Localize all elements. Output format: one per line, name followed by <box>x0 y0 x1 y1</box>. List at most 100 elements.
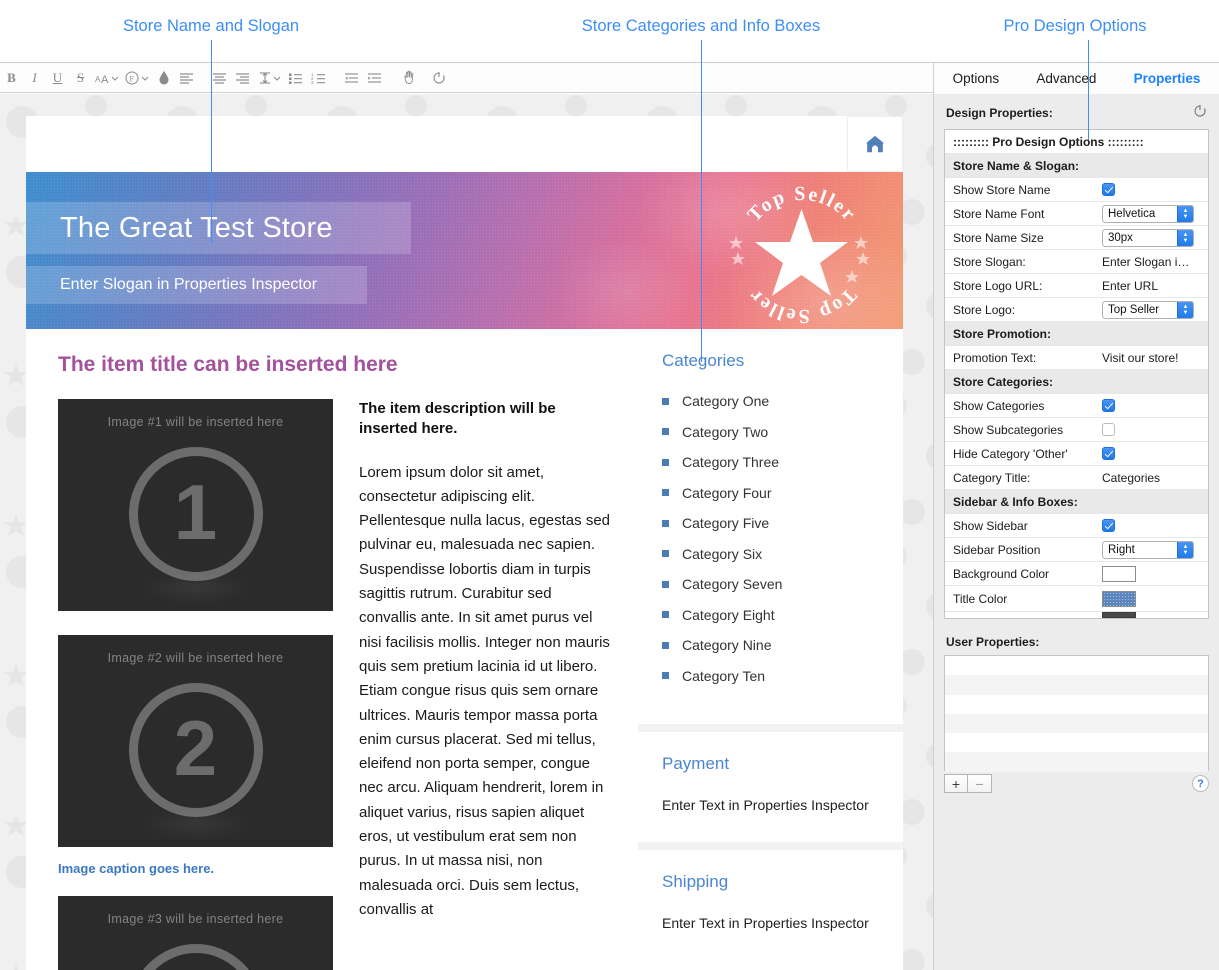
image-column: Image #1 will be inserted here 1 Image #… <box>58 399 333 970</box>
select-sidebar-position[interactable]: Right ▲▼ <box>1102 541 1194 559</box>
list-item[interactable]: Category One <box>662 393 879 409</box>
select-store-name-font[interactable]: Helvetica ▲▼ <box>1102 205 1194 223</box>
select-store-name-size[interactable]: 30px ▲▼ <box>1102 229 1194 247</box>
checkbox-hide-category-other[interactable] <box>1102 447 1115 460</box>
image-placeholder-number: 2 <box>174 709 217 787</box>
table-row[interactable] <box>945 695 1208 714</box>
list-item[interactable]: Category Three <box>662 454 879 470</box>
select-store-logo[interactable]: Top Seller ▲▼ <box>1102 301 1194 319</box>
line-spacing-icon[interactable] <box>254 62 284 93</box>
add-property-button[interactable]: + <box>944 774 968 793</box>
list-item[interactable]: Category Two <box>662 424 879 440</box>
design-properties-table: ::::::::: Pro Design Options ::::::::: S… <box>944 129 1209 619</box>
prop-label-store-name-size: Store Name Size <box>953 231 1102 245</box>
checkbox-show-categories[interactable] <box>1102 399 1115 412</box>
image-placeholder-label: Image #1 will be inserted here <box>58 415 333 429</box>
categories-box: Categories Category One Category Two Cat… <box>638 329 903 724</box>
prop-label-store-logo-url: Store Logo URL: <box>953 279 1102 293</box>
user-properties-table[interactable] <box>944 655 1209 771</box>
table-row[interactable] <box>945 733 1208 752</box>
table-row[interactable] <box>945 714 1208 733</box>
help-button[interactable]: ? <box>1192 775 1209 792</box>
store-slogan-box[interactable]: Enter Slogan in Properties Inspector <box>26 266 367 304</box>
prop-value-store-logo-url[interactable]: Enter URL <box>1102 279 1200 293</box>
tab-properties[interactable]: Properties <box>1134 71 1201 86</box>
text-color-icon[interactable] <box>152 62 175 93</box>
prop-value-promotion-text[interactable]: Visit our store! <box>1102 351 1200 365</box>
checkbox-show-sidebar[interactable] <box>1102 519 1115 532</box>
list-item[interactable]: Category Nine <box>662 637 879 653</box>
table-row: Store Slogan: Enter Slogan i… <box>945 250 1208 274</box>
table-row: ::::::::: Pro Design Options ::::::::: <box>945 130 1208 154</box>
chevron-updown-icon[interactable]: ▲▼ <box>1177 302 1193 318</box>
image-placeholder-3[interactable]: Image #3 will be inserted here 3 <box>58 896 333 970</box>
shipping-box: Shipping Enter Text in Properties Inspec… <box>638 850 903 970</box>
shipping-text[interactable]: Enter Text in Properties Inspector <box>662 914 879 934</box>
list-item[interactable]: Category Seven <box>662 576 879 592</box>
table-row[interactable] <box>945 752 1208 771</box>
bold-icon[interactable]: B <box>0 62 23 93</box>
remove-property-button[interactable]: − <box>968 774 992 793</box>
font-family-icon[interactable]: F <box>122 62 152 93</box>
item-title: The item title can be inserted here <box>58 353 610 377</box>
group-store-categories: Store Categories: <box>953 375 1200 389</box>
prop-label-store-slogan: Store Slogan: <box>953 255 1102 269</box>
numbered-list-icon[interactable]: 123 <box>307 62 330 93</box>
home-icon <box>862 132 888 156</box>
categories-title: Categories <box>662 351 879 371</box>
prop-value-store-slogan[interactable]: Enter Slogan i… <box>1102 255 1200 269</box>
prop-label-store-logo: Store Logo: <box>953 303 1102 317</box>
table-row[interactable] <box>945 656 1208 675</box>
reset-icon[interactable] <box>424 62 454 93</box>
font-size-icon[interactable]: AA <box>92 62 122 93</box>
image-placeholder-2[interactable]: Image #2 will be inserted here 2 <box>58 635 333 847</box>
list-item[interactable]: Category Eight <box>662 607 879 623</box>
hand-tool-icon[interactable] <box>396 62 424 93</box>
payment-text[interactable]: Enter Text in Properties Inspector <box>662 796 879 816</box>
list-item[interactable]: Category Five <box>662 515 879 531</box>
bulleted-list-icon[interactable] <box>284 62 307 93</box>
editor-canvas[interactable]: The Great Test Store Enter Slogan in Pro… <box>0 94 933 970</box>
prop-label-background-color: Background Color <box>953 567 1102 581</box>
color-swatch-background[interactable] <box>1102 566 1136 582</box>
toolbar-icon-group: B I U S AA F <box>0 63 454 92</box>
indent-decrease-icon[interactable] <box>340 62 363 93</box>
group-store-name-slogan: Store Name & Slogan: <box>953 159 1200 173</box>
indent-increase-icon[interactable] <box>363 62 386 93</box>
strikethrough-icon[interactable]: S <box>69 62 92 93</box>
list-item[interactable]: Category Ten <box>662 668 879 684</box>
reset-icon[interactable] <box>1193 104 1207 121</box>
chevron-updown-icon[interactable]: ▲▼ <box>1177 206 1193 222</box>
color-swatch-clipped[interactable] <box>1102 612 1136 618</box>
image-placeholder-reflection <box>141 807 251 841</box>
category-label: Category Three <box>682 454 779 470</box>
category-list: Category One Category Two Category Three… <box>662 393 879 684</box>
chevron-updown-icon[interactable]: ▲▼ <box>1177 542 1193 558</box>
user-properties-label: User Properties: <box>934 619 1219 655</box>
image-placeholder-1[interactable]: Image #1 will be inserted here 1 <box>58 399 333 611</box>
prop-value-category-title[interactable]: Categories <box>1102 471 1200 485</box>
svg-text:3: 3 <box>311 80 314 84</box>
home-button[interactable] <box>847 116 903 172</box>
bullet-icon <box>662 428 669 435</box>
table-row: Store Logo URL: Enter URL <box>945 274 1208 298</box>
underline-icon[interactable]: U <box>46 62 69 93</box>
prop-label-show-store-name: Show Store Name <box>953 183 1102 197</box>
table-row[interactable] <box>945 675 1208 694</box>
align-left-icon[interactable] <box>175 62 198 93</box>
tab-options[interactable]: Options <box>953 71 1000 86</box>
formatting-toolbar: B I U S AA F <box>0 62 1219 93</box>
italic-icon[interactable]: I <box>23 62 46 93</box>
chevron-updown-icon[interactable]: ▲▼ <box>1177 230 1193 246</box>
image-placeholder-circle: 2 <box>129 683 263 817</box>
color-swatch-title[interactable] <box>1102 591 1136 607</box>
align-right-icon[interactable] <box>231 62 254 93</box>
list-item[interactable]: Category Six <box>662 546 879 562</box>
category-label: Category One <box>682 393 769 409</box>
image-caption[interactable]: Image caption goes here. <box>58 861 333 876</box>
payment-title: Payment <box>662 754 879 774</box>
store-name-box[interactable]: The Great Test Store <box>26 202 411 254</box>
checkbox-show-subcategories[interactable] <box>1102 423 1115 436</box>
checkbox-show-store-name[interactable] <box>1102 183 1115 196</box>
list-item[interactable]: Category Four <box>662 485 879 501</box>
